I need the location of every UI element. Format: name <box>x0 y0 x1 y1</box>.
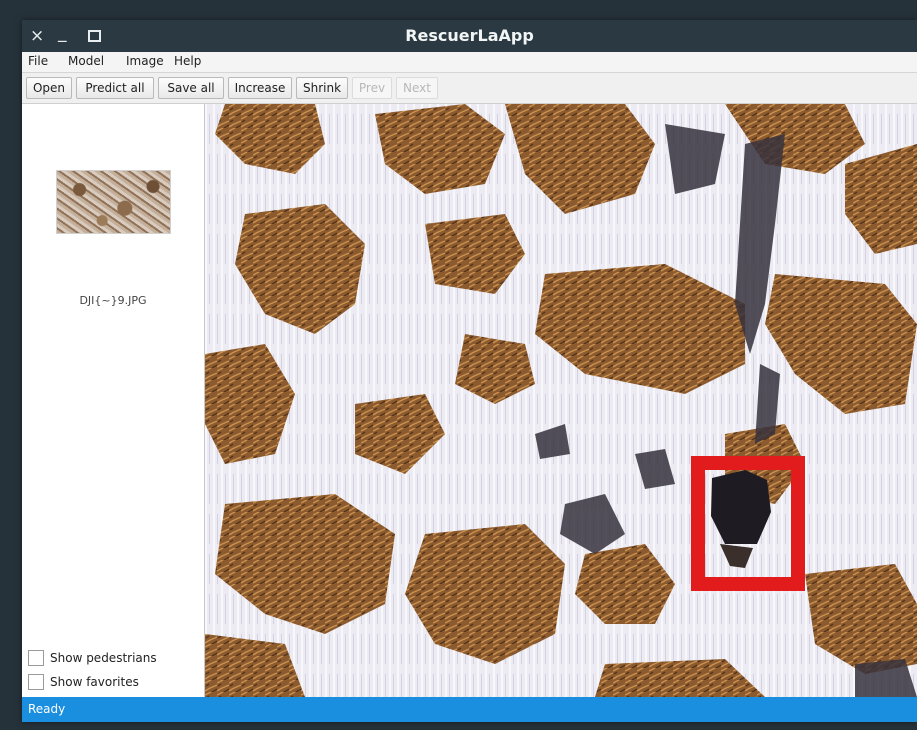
image-list-panel: DJI{~}9.JPG Show pedestrians Show favori… <box>22 104 205 697</box>
show-favorites-checkbox[interactable] <box>28 674 44 690</box>
show-pedestrians-checkbox[interactable] <box>28 650 44 666</box>
menu-bar: File Model Image Help <box>22 52 917 73</box>
title-bar: × _ RescuerLaApp <box>22 20 917 52</box>
prev-button[interactable]: Prev <box>352 77 392 99</box>
shrink-button[interactable]: Shrink <box>296 77 348 99</box>
window-title: RescuerLaApp <box>405 26 534 45</box>
status-text: Ready <box>28 702 66 716</box>
show-favorites-label: Show favorites <box>50 675 139 689</box>
menu-help[interactable]: Help <box>174 54 201 68</box>
next-button[interactable]: Next <box>396 77 438 99</box>
thumbnail-caption: DJI{~}9.JPG <box>79 294 147 307</box>
image-thumbnail[interactable] <box>56 170 171 234</box>
toolbar: Open Predict all Save all Increase Shrin… <box>22 73 917 104</box>
menu-model[interactable]: Model <box>68 54 104 68</box>
image-viewer[interactable] <box>205 104 917 697</box>
aerial-photo <box>205 104 917 697</box>
status-bar: Ready <box>22 697 917 722</box>
save-all-button[interactable]: Save all <box>158 77 224 99</box>
menu-file[interactable]: File <box>28 54 48 68</box>
app-window: × _ RescuerLaApp File Model Image Help O… <box>22 20 917 722</box>
predict-all-button[interactable]: Predict all <box>76 77 154 99</box>
open-button[interactable]: Open <box>26 77 72 99</box>
menu-image[interactable]: Image <box>126 54 164 68</box>
desktop-background: × _ RescuerLaApp File Model Image Help O… <box>0 0 917 730</box>
increase-button[interactable]: Increase <box>228 77 292 99</box>
show-pedestrians-label: Show pedestrians <box>50 651 157 665</box>
